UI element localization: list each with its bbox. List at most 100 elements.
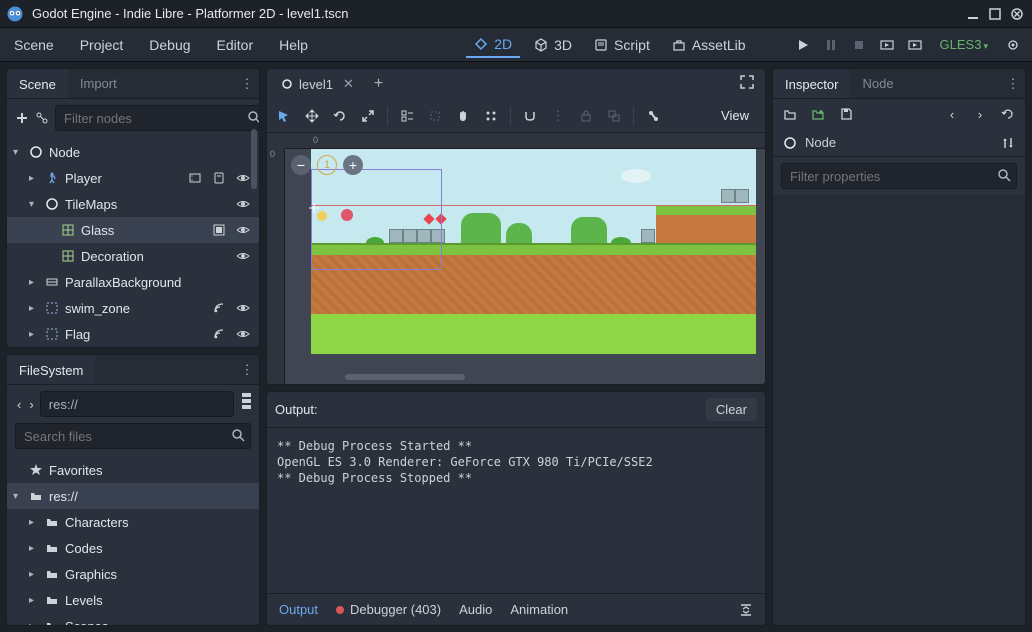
panel-options-icon[interactable]: ⋮ bbox=[235, 76, 259, 92]
expand-arrow-icon[interactable]: ▾ bbox=[13, 491, 25, 502]
close-button[interactable] bbox=[1008, 5, 1026, 23]
scene-button[interactable] bbox=[187, 170, 203, 186]
scale-tool[interactable] bbox=[359, 107, 377, 125]
zoom-level[interactable]: 1 bbox=[317, 155, 337, 175]
clear-output-button[interactable]: Clear bbox=[706, 398, 757, 421]
expand-arrow-icon[interactable]: ▾ bbox=[13, 147, 25, 158]
filter-nodes-input[interactable] bbox=[55, 105, 260, 131]
maximize-button[interactable] bbox=[986, 5, 1004, 23]
settings-icon[interactable] bbox=[1004, 36, 1022, 54]
bottom-tab-audio[interactable]: Audio bbox=[459, 602, 492, 617]
tab-filesystem[interactable]: FileSystem bbox=[7, 355, 95, 384]
fs-item[interactable]: ▾res:// bbox=[7, 483, 259, 509]
zoom-out-button[interactable]: − bbox=[291, 155, 311, 175]
tab-script[interactable]: Script bbox=[586, 33, 658, 57]
tree-node[interactable]: Glass bbox=[7, 217, 259, 243]
pan-tool[interactable] bbox=[454, 107, 472, 125]
filter-properties-input[interactable] bbox=[781, 163, 1017, 189]
fs-item[interactable]: ▸Characters bbox=[7, 509, 259, 535]
lock-selected[interactable] bbox=[577, 107, 595, 125]
expand-arrow-icon[interactable]: ▸ bbox=[29, 569, 41, 580]
open-resource-button[interactable] bbox=[781, 105, 799, 123]
tree-node[interactable]: ▾Node bbox=[7, 139, 259, 165]
expand-arrow-icon[interactable]: ▸ bbox=[29, 329, 41, 340]
renderer-select[interactable]: GLES3▾ bbox=[940, 37, 988, 52]
select-tool[interactable] bbox=[275, 107, 293, 125]
snap-options[interactable]: ⋮ bbox=[549, 107, 567, 125]
play-custom-scene-button[interactable] bbox=[906, 36, 924, 54]
instance-scene-button[interactable] bbox=[35, 108, 49, 128]
close-tab-button[interactable]: ✕ bbox=[339, 76, 354, 92]
stop-button[interactable] bbox=[850, 36, 868, 54]
tab-2d[interactable]: 2D bbox=[466, 32, 520, 58]
expand-arrow-icon[interactable]: ▸ bbox=[29, 621, 41, 626]
tree-node[interactable]: ▸ParallaxBackground bbox=[7, 269, 259, 295]
signal-button[interactable] bbox=[211, 326, 227, 342]
path-input[interactable] bbox=[40, 391, 234, 417]
play-button[interactable] bbox=[794, 36, 812, 54]
pause-button[interactable] bbox=[822, 36, 840, 54]
eye-button[interactable] bbox=[235, 196, 251, 212]
list-select-tool[interactable] bbox=[398, 107, 416, 125]
tab-inspector[interactable]: Inspector bbox=[773, 69, 850, 98]
ruler-tool[interactable] bbox=[482, 107, 500, 125]
menu-debug[interactable]: Debug bbox=[145, 33, 194, 57]
minimize-button[interactable] bbox=[964, 5, 982, 23]
viewport-hscrollbar[interactable] bbox=[345, 374, 465, 380]
expand-arrow-icon[interactable]: ▸ bbox=[29, 517, 41, 528]
object-options-button[interactable] bbox=[1001, 136, 1015, 150]
history-forward-button[interactable]: › bbox=[971, 105, 989, 123]
add-node-button[interactable] bbox=[15, 108, 29, 128]
eye-button[interactable] bbox=[235, 300, 251, 316]
nav-forward-button[interactable]: › bbox=[27, 394, 35, 414]
menu-editor[interactable]: Editor bbox=[213, 33, 258, 57]
tab-3d[interactable]: 3D bbox=[526, 33, 580, 57]
add-tab-button[interactable]: + bbox=[368, 75, 389, 93]
tree-node[interactable]: ▾TileMaps bbox=[7, 191, 259, 217]
viewport-2d[interactable]: 0 0 − 1 + bbox=[267, 133, 765, 384]
bottom-tab-animation[interactable]: Animation bbox=[510, 602, 568, 617]
fs-item[interactable]: ▸Codes bbox=[7, 535, 259, 561]
script-button[interactable] bbox=[211, 170, 227, 186]
eye-button[interactable] bbox=[235, 222, 251, 238]
expand-arrow-icon[interactable]: ▸ bbox=[29, 303, 41, 314]
fs-item[interactable]: Favorites bbox=[7, 457, 259, 483]
tree-node[interactable]: ▸swim_zone bbox=[7, 295, 259, 321]
rotate-tool[interactable] bbox=[331, 107, 349, 125]
tab-scene[interactable]: Scene bbox=[7, 69, 68, 98]
panel-options-icon[interactable]: ⋮ bbox=[1001, 76, 1025, 92]
nav-back-button[interactable]: ‹ bbox=[15, 394, 23, 414]
save-resource-button[interactable] bbox=[837, 105, 855, 123]
snap-toggle[interactable] bbox=[521, 107, 539, 125]
eye-button[interactable] bbox=[235, 326, 251, 342]
distraction-free-button[interactable] bbox=[739, 74, 759, 94]
history-back-button[interactable]: ‹ bbox=[943, 105, 961, 123]
zoom-in-button[interactable]: + bbox=[343, 155, 363, 175]
scene-tree[interactable]: ▾Node▸Player▾TileMapsGlassDecoration▸Par… bbox=[7, 137, 259, 347]
view-menu[interactable]: View bbox=[721, 108, 757, 123]
expand-arrow-icon[interactable]: ▾ bbox=[29, 199, 41, 210]
menu-help[interactable]: Help bbox=[275, 33, 312, 57]
tab-node[interactable]: Node bbox=[850, 70, 905, 97]
tree-node[interactable]: ▸Player bbox=[7, 165, 259, 191]
tree-node[interactable]: Decoration bbox=[7, 243, 259, 269]
eye-button[interactable] bbox=[235, 248, 251, 264]
panel-options-icon[interactable]: ⋮ bbox=[235, 362, 259, 378]
lock-tool[interactable] bbox=[426, 107, 444, 125]
fs-item[interactable]: ▸Scenes bbox=[7, 613, 259, 625]
play-scene-button[interactable] bbox=[878, 36, 896, 54]
fs-item[interactable]: ▸Graphics bbox=[7, 561, 259, 587]
group-selected[interactable] bbox=[605, 107, 623, 125]
expand-arrow-icon[interactable]: ▸ bbox=[29, 173, 41, 184]
menu-project[interactable]: Project bbox=[76, 33, 128, 57]
expand-bottom-panel-button[interactable] bbox=[739, 603, 753, 617]
search-files-input[interactable] bbox=[15, 423, 251, 449]
signal-button[interactable] bbox=[211, 300, 227, 316]
bottom-tab-debugger[interactable]: Debugger (403) bbox=[336, 602, 441, 617]
move-tool[interactable] bbox=[303, 107, 321, 125]
expand-arrow-icon[interactable]: ▸ bbox=[29, 277, 41, 288]
skeleton-options[interactable] bbox=[644, 107, 662, 125]
new-resource-button[interactable] bbox=[809, 105, 827, 123]
expand-arrow-icon[interactable]: ▸ bbox=[29, 543, 41, 554]
fs-item[interactable]: ▸Levels bbox=[7, 587, 259, 613]
